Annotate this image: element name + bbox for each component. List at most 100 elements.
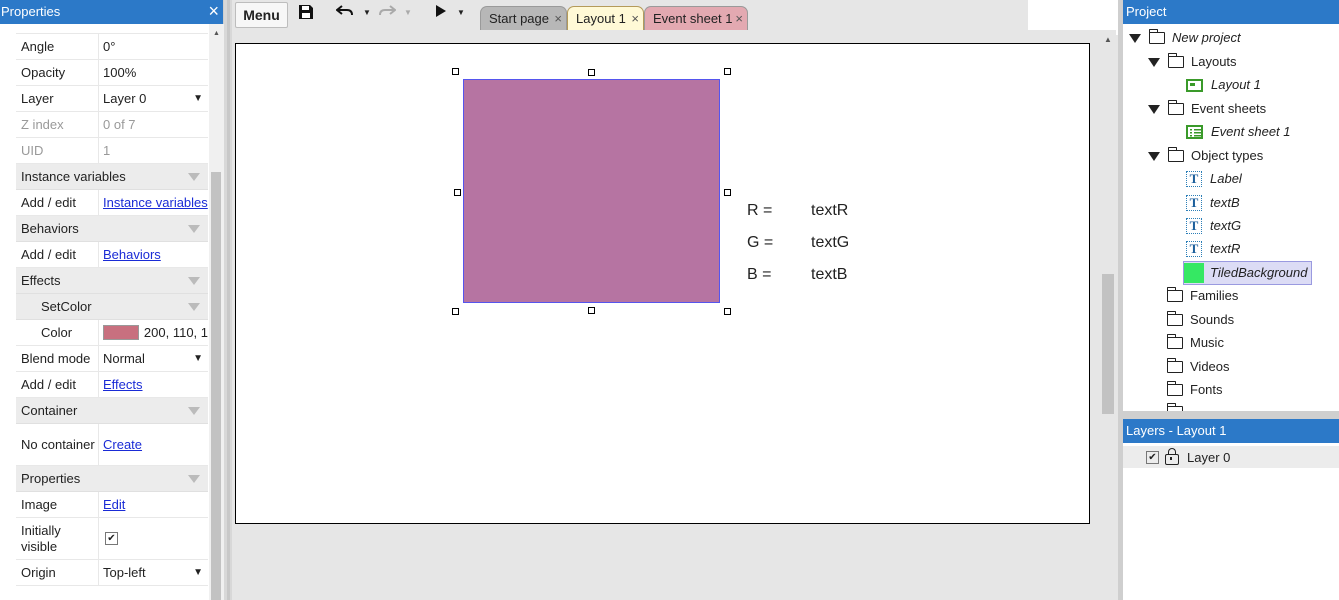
expand-triangle-icon[interactable] [1129,33,1141,43]
expand-triangle-icon[interactable] [1148,104,1160,114]
effects-link[interactable]: Effects [103,377,143,392]
tab-start-page[interactable]: Start page × [480,6,567,30]
tree-node-textr[interactable]: T textR [1186,238,1240,260]
origin-select[interactable]: Top-left ▼ [99,565,208,580]
tree-node-layout-1[interactable]: Layout 1 [1186,74,1261,96]
behaviors-link[interactable]: Behaviors [103,247,161,262]
collapse-triangle-icon[interactable] [188,475,200,483]
properties-scrollbar[interactable]: ▲ [209,24,224,600]
tree-node-families[interactable]: Families [1166,285,1238,307]
tree-node-label[interactable]: T Label [1186,168,1242,190]
layout-scrollbar-thumb[interactable] [1102,274,1114,414]
tree-node-tiledbackground[interactable]: TiledBackground [1183,261,1313,285]
prop-value-angle[interactable]: 0° [99,39,208,54]
prop-row-layer[interactable]: Layer Layer 0 ▼ [16,86,208,112]
tree-node-videos[interactable]: Videos [1166,356,1230,378]
tree-node-sounds[interactable]: Sounds [1166,309,1235,331]
group-instance-variables[interactable]: Instance variables [16,164,208,190]
expand-triangle-icon[interactable] [1148,57,1160,67]
redo-icon[interactable] [378,4,397,24]
resize-handle-top-left[interactable] [452,68,459,75]
tab-event-sheet-1[interactable]: Event sheet 1 × [644,6,748,30]
tree-node-event-sheets[interactable]: Event sheets [1148,98,1266,120]
layout-view[interactable]: R = G = B = textR textG textB [232,30,1100,600]
resize-handle-left[interactable] [454,189,461,196]
properties-panel: Properties × Angle 0° Opacity 100% Layer… [0,0,224,600]
expand-triangle-icon[interactable] [1148,151,1160,161]
text-g-object[interactable]: textG [811,234,849,252]
collapse-triangle-icon[interactable] [188,407,200,415]
properties-scrollbar-thumb[interactable] [211,172,221,600]
tree-label: Sounds [1190,312,1235,327]
text-r-object[interactable]: textR [811,202,848,220]
tree-node-textg[interactable]: T textG [1186,215,1241,237]
collapse-triangle-icon[interactable] [188,225,200,233]
collapse-triangle-icon[interactable] [188,277,200,285]
tree-node-object-types[interactable]: Object types [1148,145,1263,167]
prop-value-opacity[interactable]: 100% [99,65,208,80]
tab-layout-1[interactable]: Layout 1 × [567,6,644,30]
resize-handle-top[interactable] [588,69,595,76]
group-setcolor[interactable]: SetColor [16,294,208,320]
folder-icon [1167,147,1184,162]
scroll-up-icon[interactable]: ▲ [213,30,220,37]
folder-icon [1166,334,1183,349]
layer-select[interactable]: Layer 0 ▼ [99,91,208,106]
create-container-link[interactable]: Create [103,437,142,452]
close-icon[interactable]: × [554,7,562,30]
blend-mode-select[interactable]: Normal ▼ [99,351,208,366]
close-icon[interactable]: × [208,0,219,22]
layout-vertical-scrollbar[interactable]: ▲ [1100,30,1116,600]
resize-handle-top-right[interactable] [724,68,731,75]
prop-row-opacity[interactable]: Opacity 100% [16,60,208,86]
tree-node-event-sheet-1[interactable]: Event sheet 1 [1186,121,1291,143]
label-r[interactable]: R = [747,202,772,220]
tree-node-new-project[interactable]: New project [1129,27,1241,49]
collapse-triangle-icon[interactable] [188,173,200,181]
scroll-up-icon[interactable]: ▲ [1104,35,1112,44]
prop-key: Z index [16,112,99,137]
layer-visible-checkbox[interactable]: ✔ [1146,450,1159,464]
tree-node-fonts[interactable]: Fonts [1166,379,1223,401]
close-icon[interactable]: × [631,7,639,30]
resize-handle-bottom-left[interactable] [452,308,459,315]
tree-node-layouts[interactable]: Layouts [1148,51,1237,73]
play-icon[interactable] [435,4,447,24]
prop-row-origin[interactable]: Origin Top-left ▼ [16,560,208,586]
undo-icon[interactable] [335,4,354,24]
instance-variables-link[interactable]: Instance variables [103,195,208,210]
project-layers-splitter[interactable] [1123,411,1339,419]
undo-dropdown-icon[interactable]: ▼ [363,8,371,17]
prop-row-blend-mode[interactable]: Blend mode Normal ▼ [16,346,208,372]
text-b-object[interactable]: textB [811,266,847,284]
tree-node-textb[interactable]: T textB [1186,192,1240,214]
menu-button[interactable]: Menu [235,2,288,28]
group-effects[interactable]: Effects [16,268,208,294]
label-b[interactable]: B = [747,266,771,284]
floppy-disk-icon[interactable] [298,4,314,26]
tree-node-music[interactable]: Music [1166,332,1224,354]
prop-row-angle[interactable]: Angle 0° [16,34,208,60]
group-label: Properties [21,471,81,486]
resize-handle-bottom-right[interactable] [724,308,731,315]
label-g[interactable]: G = [747,234,773,252]
resize-handle-right[interactable] [724,189,731,196]
group-container[interactable]: Container [16,398,208,424]
collapse-triangle-icon[interactable] [188,303,200,311]
layer-row[interactable]: ✔ Layer 0 [1123,446,1339,468]
prop-row-color[interactable]: Color 200, 110, 1 [16,320,208,346]
resize-handle-bottom[interactable] [588,307,595,314]
group-properties[interactable]: Properties [16,466,208,492]
unlock-icon[interactable] [1165,448,1179,465]
tiled-background-instance[interactable] [463,79,720,303]
layout-canvas[interactable]: R = G = B = textR textG textB [235,43,1090,524]
edit-image-link[interactable]: Edit [103,497,125,512]
redo-dropdown-icon[interactable]: ▼ [404,8,412,17]
color-value[interactable]: 200, 110, 1 [99,325,208,340]
play-dropdown-icon[interactable]: ▼ [457,8,465,17]
color-swatch[interactable] [103,325,139,340]
initially-visible-checkbox[interactable]: ✔ [105,532,118,545]
close-icon[interactable]: × [735,7,743,30]
event-sheet-icon [1186,125,1203,139]
group-behaviors[interactable]: Behaviors [16,216,208,242]
